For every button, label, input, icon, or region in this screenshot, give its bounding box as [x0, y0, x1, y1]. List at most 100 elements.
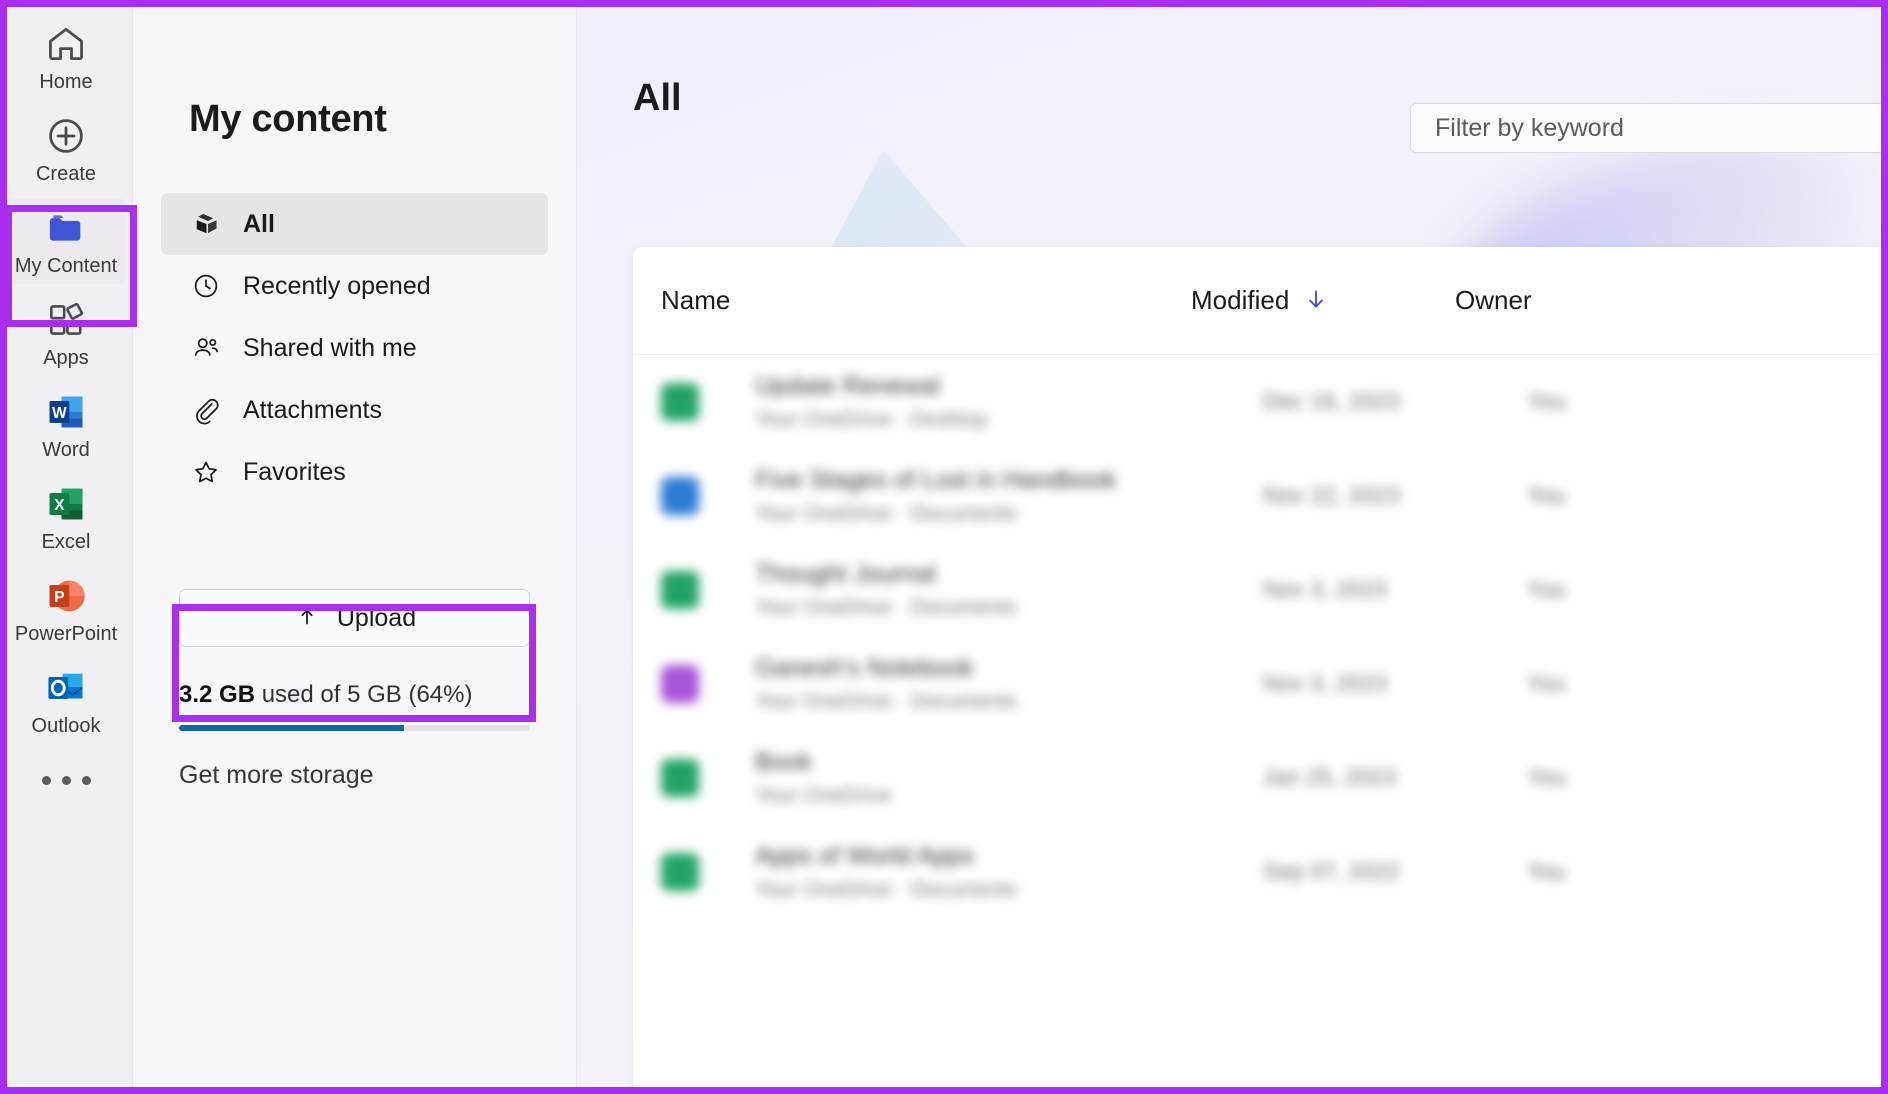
sidebar-item-my-content[interactable]: My Content: [2, 198, 125, 284]
file-owner: You: [1527, 576, 1566, 602]
table-row[interactable]: Ganesh's Notebook Your OneDrive · Documen…: [633, 637, 1888, 731]
file-name-cell: Thought Journal Your OneDrive · Documents: [755, 559, 1263, 620]
upload-button-label: Upload: [336, 603, 417, 632]
file-location: Your OneDrive · Documents: [755, 502, 1017, 526]
dot: [61, 776, 71, 785]
file-name-cell: Book Your OneDrive: [755, 747, 1263, 808]
rail-item-powerpoint[interactable]: P PowerPoint: [7, 566, 125, 652]
file-name: Apps of World Apps: [755, 841, 975, 870]
file-type-icon: [661, 852, 699, 891]
column-header-modified[interactable]: Modified: [1191, 285, 1455, 316]
nav-item-label: All: [243, 209, 275, 238]
file-table: Name Modified Owner Update Renewal Your O…: [633, 247, 1888, 1094]
storage-progress-bar: [179, 725, 530, 731]
column-header-owner[interactable]: Owner: [1455, 285, 1655, 316]
storage-progress-fill: [179, 725, 404, 731]
file-name-cell: Update Renewal Your OneDrive · Desktop: [755, 371, 1263, 432]
file-location: Your OneDrive: [755, 784, 892, 808]
main-header: All: [577, 0, 1888, 119]
nav-item-label: Favorites: [243, 457, 346, 486]
rail-item-label: My Content: [14, 255, 118, 277]
table-body: Update Renewal Your OneDrive · Desktop Dec…: [633, 355, 1888, 919]
file-type-icon: [661, 758, 699, 797]
file-owner: You: [1527, 670, 1566, 696]
more-options-icon[interactable]: [41, 776, 91, 785]
table-row[interactable]: Update Renewal Your OneDrive · Desktop Dec…: [633, 355, 1888, 449]
clock-icon: [191, 271, 221, 301]
dot: [41, 776, 51, 785]
file-name: Thought Journal: [755, 559, 936, 588]
file-name: Ganesh's Notebook: [755, 653, 974, 682]
file-owner: You: [1527, 858, 1566, 884]
rail-item-label: Word: [42, 439, 90, 461]
nav-item-shared-with-me[interactable]: Shared with me: [161, 317, 548, 379]
upload-arrow-icon: [293, 601, 321, 636]
arrow-down-icon: [1303, 286, 1329, 316]
filter-field[interactable]: [1410, 103, 1888, 153]
my-content-panel: My content All Recently opened Shared wi…: [133, 0, 577, 1094]
nav-item-favorites[interactable]: Favorites: [161, 441, 548, 503]
column-header-modified-label: Modified: [1191, 285, 1290, 315]
filter-input[interactable]: [1435, 113, 1888, 143]
app-window: Home Create My Content Apps W Word X Exc…: [0, 0, 1888, 1094]
rail-item-label: Create: [35, 163, 97, 185]
main-content: All Name Modified Owner Update Renewal Yo…: [577, 0, 1888, 1094]
file-owner: You: [1527, 388, 1566, 414]
get-more-storage-link[interactable]: Get more storage: [179, 761, 530, 790]
file-modified: Nov 22, 2023: [1263, 482, 1400, 508]
storage-used-suffix: used of 5 GB (64%): [255, 681, 473, 708]
rail-item-excel[interactable]: X Excel: [7, 474, 125, 560]
nav-item-label: Recently opened: [243, 271, 431, 300]
nav-item-label: Shared with me: [243, 333, 417, 362]
excel-icon: X: [44, 482, 88, 526]
outlook-icon: [44, 666, 88, 710]
table-row[interactable]: Apps of World Apps Your OneDrive · Docume…: [633, 825, 1888, 919]
nav-item-attachments[interactable]: Attachments: [161, 379, 548, 441]
file-modified: Dec 16, 2023: [1263, 388, 1400, 414]
column-header-name[interactable]: Name: [661, 285, 1191, 316]
powerpoint-icon: P: [44, 574, 88, 618]
rail-item-home[interactable]: Home: [7, 14, 125, 100]
file-name: Five Stages of Lost in Handbook: [755, 465, 1117, 494]
rail-item-label: Excel: [41, 531, 91, 553]
file-location: Your OneDrive · Documents: [755, 596, 1017, 620]
file-modified: Nov 3, 2023: [1263, 576, 1388, 602]
word-icon: W: [44, 390, 88, 434]
file-owner: You: [1527, 764, 1566, 790]
table-row[interactable]: Thought Journal Your OneDrive · Documents…: [633, 543, 1888, 637]
file-modified: Nov 3, 2023: [1263, 670, 1388, 696]
rail-item-label: Home: [39, 71, 93, 93]
rail-item-create[interactable]: Create: [7, 106, 125, 192]
file-location: Your OneDrive · Desktop: [755, 408, 988, 432]
svg-text:P: P: [54, 589, 64, 606]
nav-item-all[interactable]: All: [161, 193, 548, 255]
upload-area: Upload: [161, 589, 548, 647]
stack-icon: [191, 209, 221, 239]
rail-item-word[interactable]: W Word: [7, 382, 125, 468]
rail-item-outlook[interactable]: Outlook: [7, 658, 125, 744]
file-modified: Jan 25, 2023: [1263, 764, 1397, 790]
rail-item-label: Apps: [43, 347, 89, 369]
table-row[interactable]: Book Your OneDrive Jan 25, 2023 You: [633, 731, 1888, 825]
table-row[interactable]: Five Stages of Lost in Handbook Your OneD…: [633, 449, 1888, 543]
file-name-cell: Ganesh's Notebook Your OneDrive · Documen…: [755, 653, 1263, 714]
nav-item-recently-opened[interactable]: Recently opened: [161, 255, 548, 317]
home-icon: [44, 22, 88, 66]
file-location: Your OneDrive · Documents: [755, 690, 1017, 714]
file-type-icon: [661, 664, 699, 703]
paperclip-icon: [191, 395, 221, 425]
table-header-row: Name Modified Owner: [633, 247, 1888, 355]
storage-used-value: 3.2 GB: [179, 681, 256, 708]
file-modified: Sep 07, 2022: [1263, 858, 1400, 884]
file-type-icon: [661, 570, 699, 609]
storage-section: 3.2 GB used of 5 GB (64%) Get more stora…: [161, 681, 548, 790]
file-name: Book: [755, 747, 812, 776]
storage-usage-text: 3.2 GB used of 5 GB (64%): [179, 681, 530, 709]
upload-button[interactable]: Upload: [179, 589, 530, 647]
star-icon: [191, 457, 221, 487]
rail-item-apps[interactable]: Apps: [7, 290, 125, 376]
app-rail: Home Create My Content Apps W Word X Exc…: [0, 0, 133, 1094]
main-view-title: All: [633, 76, 682, 119]
file-type-icon: [661, 382, 699, 421]
nav-item-label: Attachments: [243, 395, 382, 424]
